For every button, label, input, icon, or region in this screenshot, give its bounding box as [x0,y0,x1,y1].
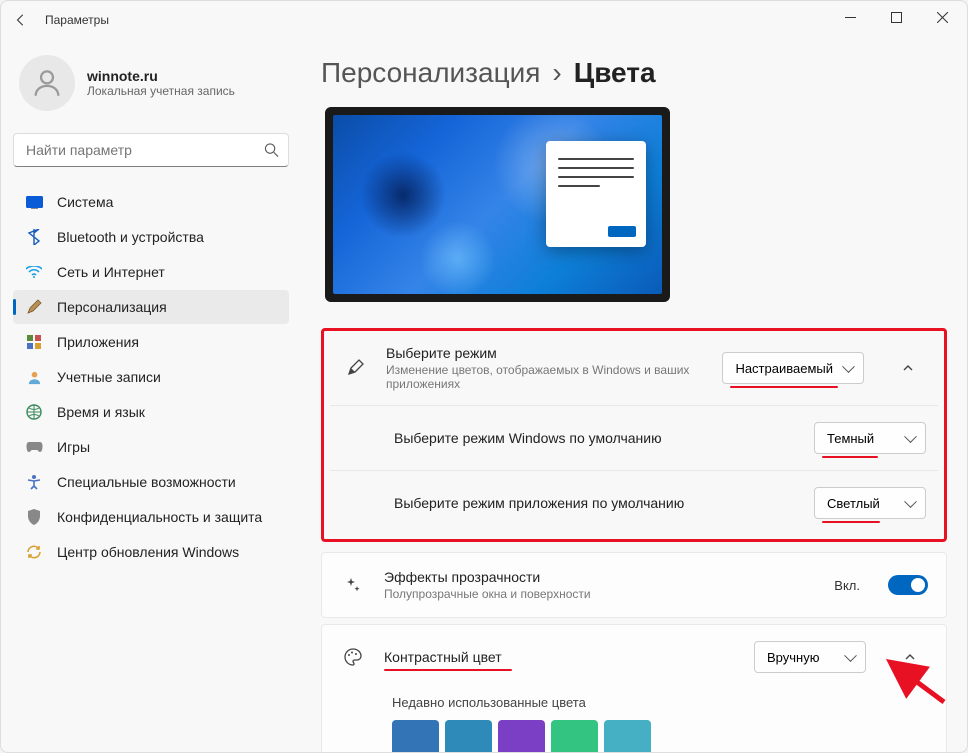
person-icon [30,66,64,100]
breadcrumb-parent[interactable]: Персонализация [321,57,540,89]
sparkle-icon [340,576,366,594]
shield-icon [25,508,43,526]
nav-accessibility[interactable]: Специальные возможности [13,465,289,499]
mode-dropdown[interactable]: Настраиваемый [722,352,864,384]
row-title: Выберите режим приложения по умолчанию [394,495,796,511]
app-mode-row: Выберите режим приложения по умолчанию С… [324,471,944,535]
transparency-toggle[interactable] [888,575,928,595]
nav-network[interactable]: Сеть и Интернет [13,255,289,289]
chevron-up-icon [904,651,916,663]
accent-color-row[interactable]: Контрастный цвет Вручную [322,625,946,689]
color-swatch[interactable] [604,720,651,752]
nav-label: Учетные записи [57,369,161,385]
minimize-icon [845,12,856,23]
close-icon [937,12,948,23]
nav-system[interactable]: Система [13,185,289,219]
update-icon [25,543,43,561]
preview-window [546,141,646,247]
search-icon [264,143,279,158]
gamepad-icon [25,438,43,456]
palette-icon [340,647,366,667]
app-mode-dropdown[interactable]: Светлый [814,487,926,519]
search-input[interactable] [13,133,289,167]
toggle-state-label: Вкл. [834,578,860,593]
accent-dropdown[interactable]: Вручную [754,641,866,673]
row-title: Контрастный цвет [384,649,736,665]
nav-update[interactable]: Центр обновления Windows [13,535,289,569]
nav-label: Специальные возможности [57,474,236,490]
nav-label: Время и язык [57,404,145,420]
nav-bluetooth[interactable]: Bluetooth и устройства [13,220,289,254]
maximize-button[interactable] [873,1,919,33]
back-button[interactable] [5,4,37,36]
avatar [19,55,75,111]
theme-preview [325,107,670,302]
bluetooth-icon [25,228,43,246]
brush-icon [25,298,43,316]
sidebar: winnote.ru Локальная учетная запись Сист… [1,39,301,752]
wifi-icon [25,263,43,281]
user-block[interactable]: winnote.ru Локальная учетная запись [13,47,289,129]
nav-label: Персонализация [57,299,167,315]
nav-privacy[interactable]: Конфиденциальность и защита [13,500,289,534]
user-name: winnote.ru [87,68,235,84]
nav-label: Сеть и Интернет [57,264,165,280]
nav-personalization[interactable]: Персонализация [13,290,289,324]
nav-label: Центр обновления Windows [57,544,239,560]
recent-colors-title: Недавно использованные цвета [392,695,928,710]
recent-colors-section: Недавно использованные цвета [322,689,946,752]
chevron-up-icon [902,362,914,374]
accessibility-icon [25,473,43,491]
nav-label: Система [57,194,113,210]
maximize-icon [891,12,902,23]
row-title: Выберите режим [386,345,704,361]
choose-mode-row[interactable]: Выберите режим Изменение цветов, отображ… [324,331,944,405]
minimize-button[interactable] [827,1,873,33]
titlebar: Параметры [1,1,967,39]
nav-apps[interactable]: Приложения [13,325,289,359]
row-subtitle: Изменение цветов, отображаемых в Windows… [386,363,704,391]
windows-mode-row: Выберите режим Windows по умолчанию Темн… [324,406,944,470]
breadcrumb-separator: › [552,57,561,89]
color-swatch[interactable] [498,720,545,752]
close-button[interactable] [919,1,965,33]
row-title: Выберите режим Windows по умолчанию [394,430,796,446]
color-swatch[interactable] [445,720,492,752]
nav-label: Приложения [57,334,139,350]
color-swatch[interactable] [392,720,439,752]
window-title: Параметры [45,13,109,27]
accounts-icon [25,368,43,386]
collapse-button[interactable] [892,639,928,675]
row-title: Эффекты прозрачности [384,569,816,585]
nav-label: Конфиденциальность и защита [57,509,262,525]
breadcrumb-current: Цвета [574,57,656,89]
apps-icon [25,333,43,351]
nav-time[interactable]: Время и язык [13,395,289,429]
nav-accounts[interactable]: Учетные записи [13,360,289,394]
collapse-button[interactable] [890,350,926,386]
arrow-left-icon [14,13,28,27]
nav-label: Игры [57,439,90,455]
clock-globe-icon [25,403,43,421]
main-content: Персонализация › Цвета Выберите ре [301,39,967,752]
mode-settings-group: Выберите режим Изменение цветов, отображ… [321,328,947,542]
row-subtitle: Полупрозрачные окна и поверхности [384,587,816,601]
breadcrumb: Персонализация › Цвета [321,51,947,107]
nav-label: Bluetooth и устройства [57,229,204,245]
nav-gaming[interactable]: Игры [13,430,289,464]
user-subtitle: Локальная учетная запись [87,84,235,98]
brush-icon [342,358,368,378]
color-swatch[interactable] [551,720,598,752]
windows-mode-dropdown[interactable]: Темный [814,422,926,454]
transparency-row[interactable]: Эффекты прозрачности Полупрозрачные окна… [322,553,946,617]
system-icon [25,193,43,211]
